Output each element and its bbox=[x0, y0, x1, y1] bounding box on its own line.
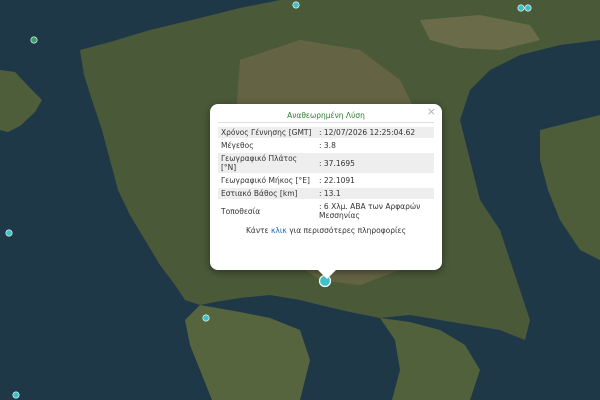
detail-label: Τοποθεσία bbox=[221, 206, 261, 216]
close-icon[interactable]: × bbox=[427, 106, 436, 118]
detail-label: Γεωγραφικό Μήκος [°E] bbox=[221, 176, 310, 185]
earthquake-marker[interactable] bbox=[292, 1, 300, 9]
detail-value: : 22.1091 bbox=[319, 176, 355, 185]
more-info-text: Κάντε κλικ για περισσότερες πληροφορίες bbox=[218, 226, 434, 235]
more-info-link[interactable]: κλικ bbox=[271, 226, 287, 235]
earthquake-details-table: Χρόνος Γέννησης [GMT] : 12/07/2026 12:25… bbox=[218, 125, 434, 223]
detail-label: Γεωγραφικό Πλάτος [°N] bbox=[218, 153, 316, 173]
earthquake-marker[interactable] bbox=[5, 229, 13, 237]
detail-row-depth: Εστιακό Βάθος [km] : 13.1 bbox=[218, 188, 434, 199]
popup-title: Αναθεωρημένη Λύση bbox=[218, 108, 434, 123]
detail-label: Χρόνος Γέννησης [GMT] bbox=[218, 127, 316, 138]
detail-label: Μέγεθος bbox=[221, 141, 254, 150]
detail-row-magnitude: Μέγεθος : 3.8 bbox=[218, 140, 434, 151]
footer-text-after: για περισσότερες πληροφορίες bbox=[286, 226, 406, 235]
footer-text-before: Κάντε bbox=[245, 226, 271, 235]
detail-value: : 3.8 bbox=[319, 141, 336, 150]
detail-label: Εστιακό Βάθος [km] bbox=[218, 188, 316, 199]
earthquake-marker[interactable] bbox=[202, 314, 210, 322]
earthquake-marker[interactable] bbox=[517, 4, 525, 12]
detail-row-longitude: Γεωγραφικό Μήκος [°E] : 22.1091 bbox=[218, 175, 434, 186]
detail-value: : 6 Χλμ. ΑΒΑ των Αρφαρών Μεσσηνίας bbox=[319, 202, 421, 220]
detail-row-latitude: Γεωγραφικό Πλάτος [°N] : 37.1695 bbox=[218, 153, 434, 173]
detail-row-origin-time: Χρόνος Γέννησης [GMT] : 12/07/2026 12:25… bbox=[218, 127, 434, 138]
detail-value: : 37.1695 bbox=[316, 153, 434, 173]
detail-row-location: Τοποθεσία : 6 Χλμ. ΑΒΑ των Αρφαρών Μεσση… bbox=[218, 201, 434, 221]
earthquake-marker[interactable] bbox=[30, 36, 38, 44]
detail-value: : 13.1 bbox=[316, 188, 434, 199]
earthquake-marker[interactable] bbox=[524, 4, 532, 12]
earthquake-info-popup: × Αναθεωρημένη Λύση Χρόνος Γέννησης [GMT… bbox=[210, 104, 442, 279]
detail-value: : 12/07/2026 12:25:04.62 bbox=[316, 127, 434, 138]
earthquake-marker[interactable] bbox=[12, 391, 20, 399]
